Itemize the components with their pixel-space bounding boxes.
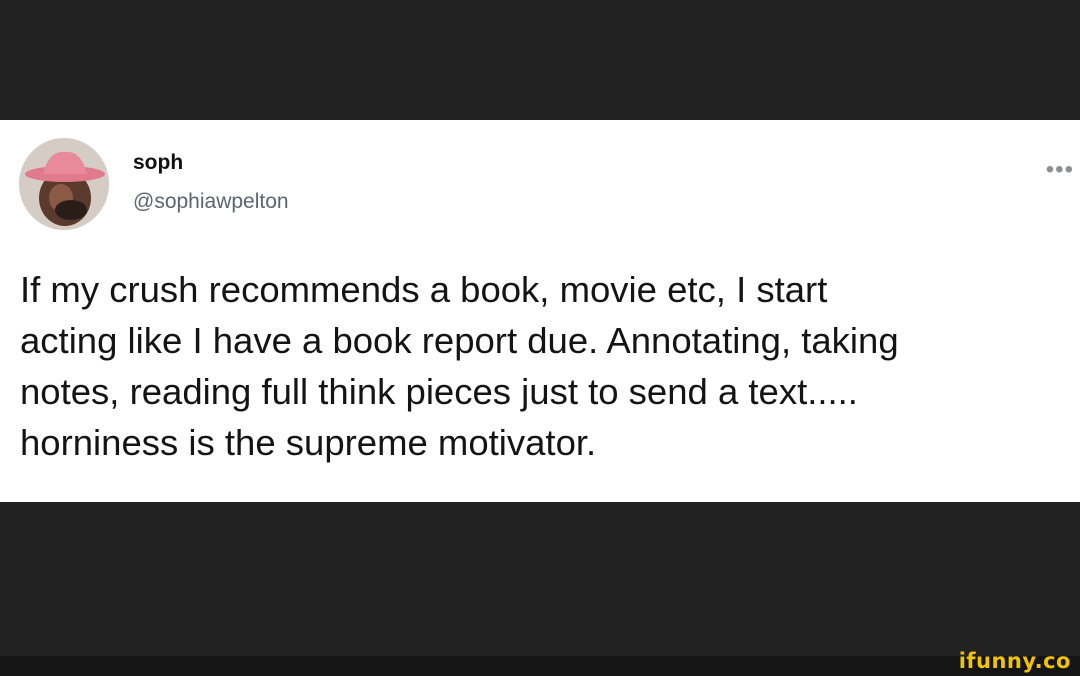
tweet-card: soph @sophiawpelton ••• If my crush reco… (0, 120, 1080, 502)
more-options-icon[interactable]: ••• (1046, 158, 1074, 182)
bottom-bar (0, 656, 1080, 676)
avatar-image (19, 138, 109, 230)
avatar[interactable] (19, 138, 109, 230)
display-name[interactable]: soph (133, 151, 183, 175)
tweet-text: If my crush recommends a book, movie etc… (20, 269, 899, 463)
user-handle[interactable]: @sophiawpelton (133, 190, 289, 214)
ifunny-watermark: ifunny.co (958, 649, 1071, 673)
